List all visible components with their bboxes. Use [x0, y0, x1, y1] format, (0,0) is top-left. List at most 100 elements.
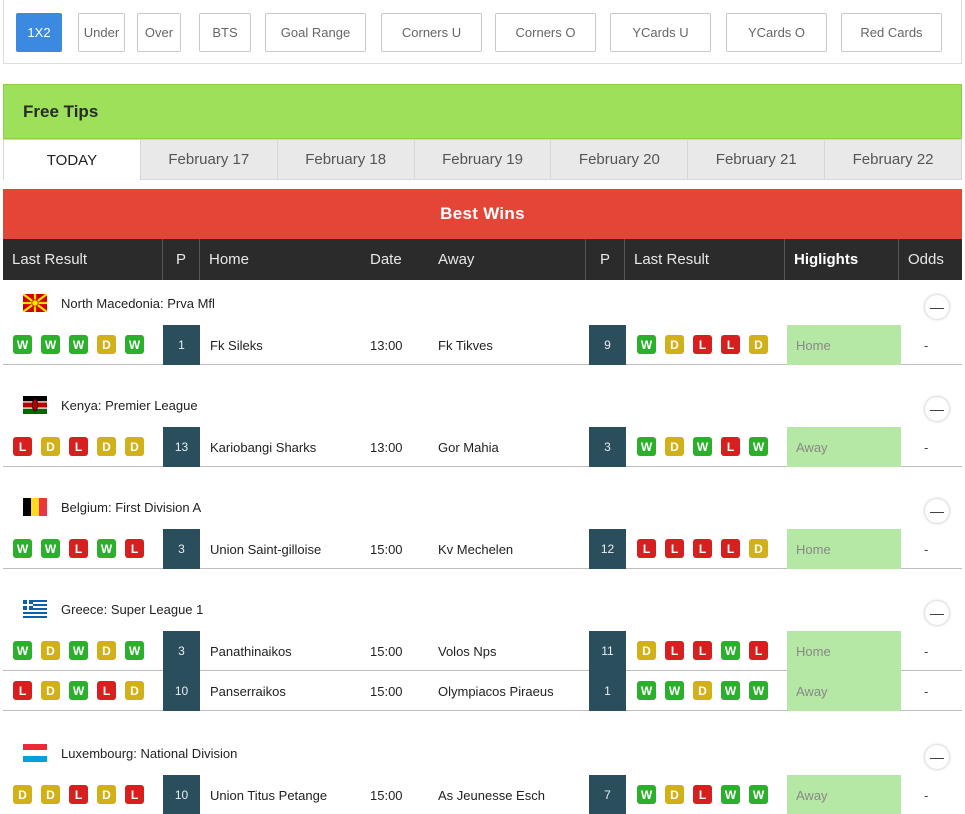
filter-button-corners-o[interactable]: Corners O — [495, 13, 596, 52]
match-row[interactable]: W W L W L 3 Union Saint-gilloise 15:00 Kv Mechel… — [3, 529, 962, 569]
filter-button-bts[interactable]: BTS — [199, 13, 251, 52]
tips-page: 1X2 Under Over BTS Goal Range Corners U Corner… — [0, 0, 965, 814]
filter-button-red-cards[interactable]: Red Cards — [841, 13, 942, 52]
form-badge: L — [693, 335, 712, 354]
home-team[interactable]: Panathinaikos — [210, 631, 292, 671]
form-badge: L — [665, 641, 684, 660]
match-time: 13:00 — [370, 439, 403, 455]
form-badge: D — [749, 335, 768, 354]
tip-highlight: Away — [787, 427, 901, 467]
date-tab-february-18[interactable]: February 18 — [277, 139, 415, 180]
form-badge: W — [13, 641, 32, 660]
filter-button-corners-u[interactable]: Corners U — [381, 13, 482, 52]
away-team[interactable]: Gor Mahia — [438, 427, 499, 467]
match-row[interactable]: D D L D L 10 Union Titus Petange 15:00 As Jeunes… — [3, 775, 962, 814]
form-badge: L — [721, 437, 740, 456]
match-row[interactable]: W D W D W 3 Panathinaikos 15:00 Volos Nps 11 D L L W L… — [3, 631, 962, 671]
flag-gr-icon — [23, 600, 47, 618]
home-team[interactable]: Union Saint-gilloise — [210, 529, 321, 569]
form-badge: W — [721, 681, 740, 700]
tip-highlight: Away — [787, 671, 901, 711]
form-badge: D — [665, 437, 684, 456]
date-tab-today[interactable]: TODAY — [3, 139, 141, 180]
header-highlights: Higlights — [785, 239, 899, 280]
header-away: Away — [429, 239, 586, 280]
collapse-button[interactable]: — — [925, 499, 949, 523]
home-team[interactable]: Kariobangi Sharks — [210, 427, 316, 467]
home-form: WWLWL — [13, 539, 144, 558]
away-team[interactable]: Volos Nps — [438, 631, 497, 671]
away-team[interactable]: Olympiacos Piraeus — [438, 671, 554, 711]
date-tab-february-17[interactable]: February 17 — [140, 139, 278, 180]
form-badge: D — [665, 335, 684, 354]
form-badge: W — [125, 641, 144, 660]
match-row[interactable]: W W W D W 1 Fk Sileks 13:00 Fk Tikves 9 W D L L D Home - — [3, 325, 962, 365]
form-badge: L — [13, 437, 32, 456]
away-form: WDLWW — [637, 785, 768, 804]
form-badge: D — [665, 785, 684, 804]
home-team[interactable]: Fk Sileks — [210, 325, 263, 365]
free-tips-header: Free Tips — [3, 84, 962, 139]
form-badge: L — [721, 335, 740, 354]
home-position: 13 — [163, 427, 200, 467]
header-date: Date — [370, 251, 402, 268]
market-filter-bar: 1X2 Under Over BTS Goal Range Corners U Corner… — [3, 0, 962, 64]
home-form: WDWDW — [13, 641, 144, 660]
form-badge: W — [749, 437, 768, 456]
date-tabs: TODAY February 17 February 18 February 19 Fe… — [3, 139, 963, 180]
home-team[interactable]: Union Titus Petange — [210, 775, 327, 814]
odds-value: - — [924, 541, 929, 557]
form-badge: L — [69, 437, 88, 456]
flag-mk-icon — [23, 294, 47, 312]
form-badge: W — [41, 335, 60, 354]
home-form: LDLDD — [13, 437, 144, 456]
away-position: 9 — [589, 325, 626, 365]
away-form: DLLWL — [637, 641, 768, 660]
date-tab-february-20[interactable]: February 20 — [551, 139, 689, 180]
form-badge: D — [749, 539, 768, 558]
away-team[interactable]: Kv Mechelen — [438, 529, 513, 569]
match-time: 15:00 — [370, 683, 403, 699]
filter-button-over[interactable]: Over — [137, 13, 181, 52]
best-wins-title: Best Wins — [440, 204, 525, 223]
header-last-result-home: Last Result — [3, 239, 163, 280]
collapse-button[interactable]: — — [925, 601, 949, 625]
collapse-button[interactable]: — — [925, 397, 949, 421]
date-tab-february-19[interactable]: February 19 — [414, 139, 552, 180]
tip-highlight: Home — [787, 325, 901, 365]
filter-button-ycards-o[interactable]: YCards O — [726, 13, 827, 52]
match-time: 13:00 — [370, 337, 403, 353]
form-badge: L — [69, 539, 88, 558]
match-row[interactable]: L D L D D 13 Kariobangi Sharks 13:00 Gor Mahia 3 W… — [3, 427, 962, 467]
filter-button-goal-range[interactable]: Goal Range — [265, 13, 366, 52]
filter-button-ycards-u[interactable]: YCards U — [610, 13, 711, 52]
form-badge: D — [637, 641, 656, 660]
date-tab-february-21[interactable]: February 21 — [688, 139, 826, 180]
collapse-button[interactable]: — — [925, 745, 949, 769]
form-badge: W — [69, 681, 88, 700]
away-team[interactable]: As Jeunesse Esch — [438, 775, 545, 814]
date-tab-february-22[interactable]: February 22 — [825, 139, 963, 180]
form-badge: D — [693, 681, 712, 700]
home-form: WWWDW — [13, 335, 144, 354]
form-badge: W — [69, 335, 88, 354]
form-badge: L — [97, 681, 116, 700]
away-team[interactable]: Fk Tikves — [438, 325, 493, 365]
header-position-away: P — [586, 239, 625, 280]
form-badge: D — [41, 785, 60, 804]
form-badge: L — [693, 785, 712, 804]
home-form: DDLDL — [13, 785, 144, 804]
header-last-result-away: Last Result — [625, 239, 785, 280]
league-name: Luxembourg: National Division — [61, 746, 238, 761]
collapse-button[interactable]: — — [925, 295, 949, 319]
league-section: Kenya: Premier League — L D L D D 13 Kariobangi … — [3, 383, 962, 467]
tip-highlight: Home — [787, 529, 901, 569]
form-badge: W — [97, 539, 116, 558]
filter-button-under[interactable]: Under — [78, 13, 125, 52]
filter-button-1x2[interactable]: 1X2 — [16, 13, 62, 52]
league-name: Kenya: Premier League — [61, 398, 198, 413]
match-row[interactable]: L D W L D 10 Panserraikos 15:00 Olympiacos Pirae… — [3, 671, 962, 711]
home-team[interactable]: Panserraikos — [210, 671, 286, 711]
away-form: WDWLW — [637, 437, 768, 456]
header-odds: Odds — [908, 251, 944, 268]
